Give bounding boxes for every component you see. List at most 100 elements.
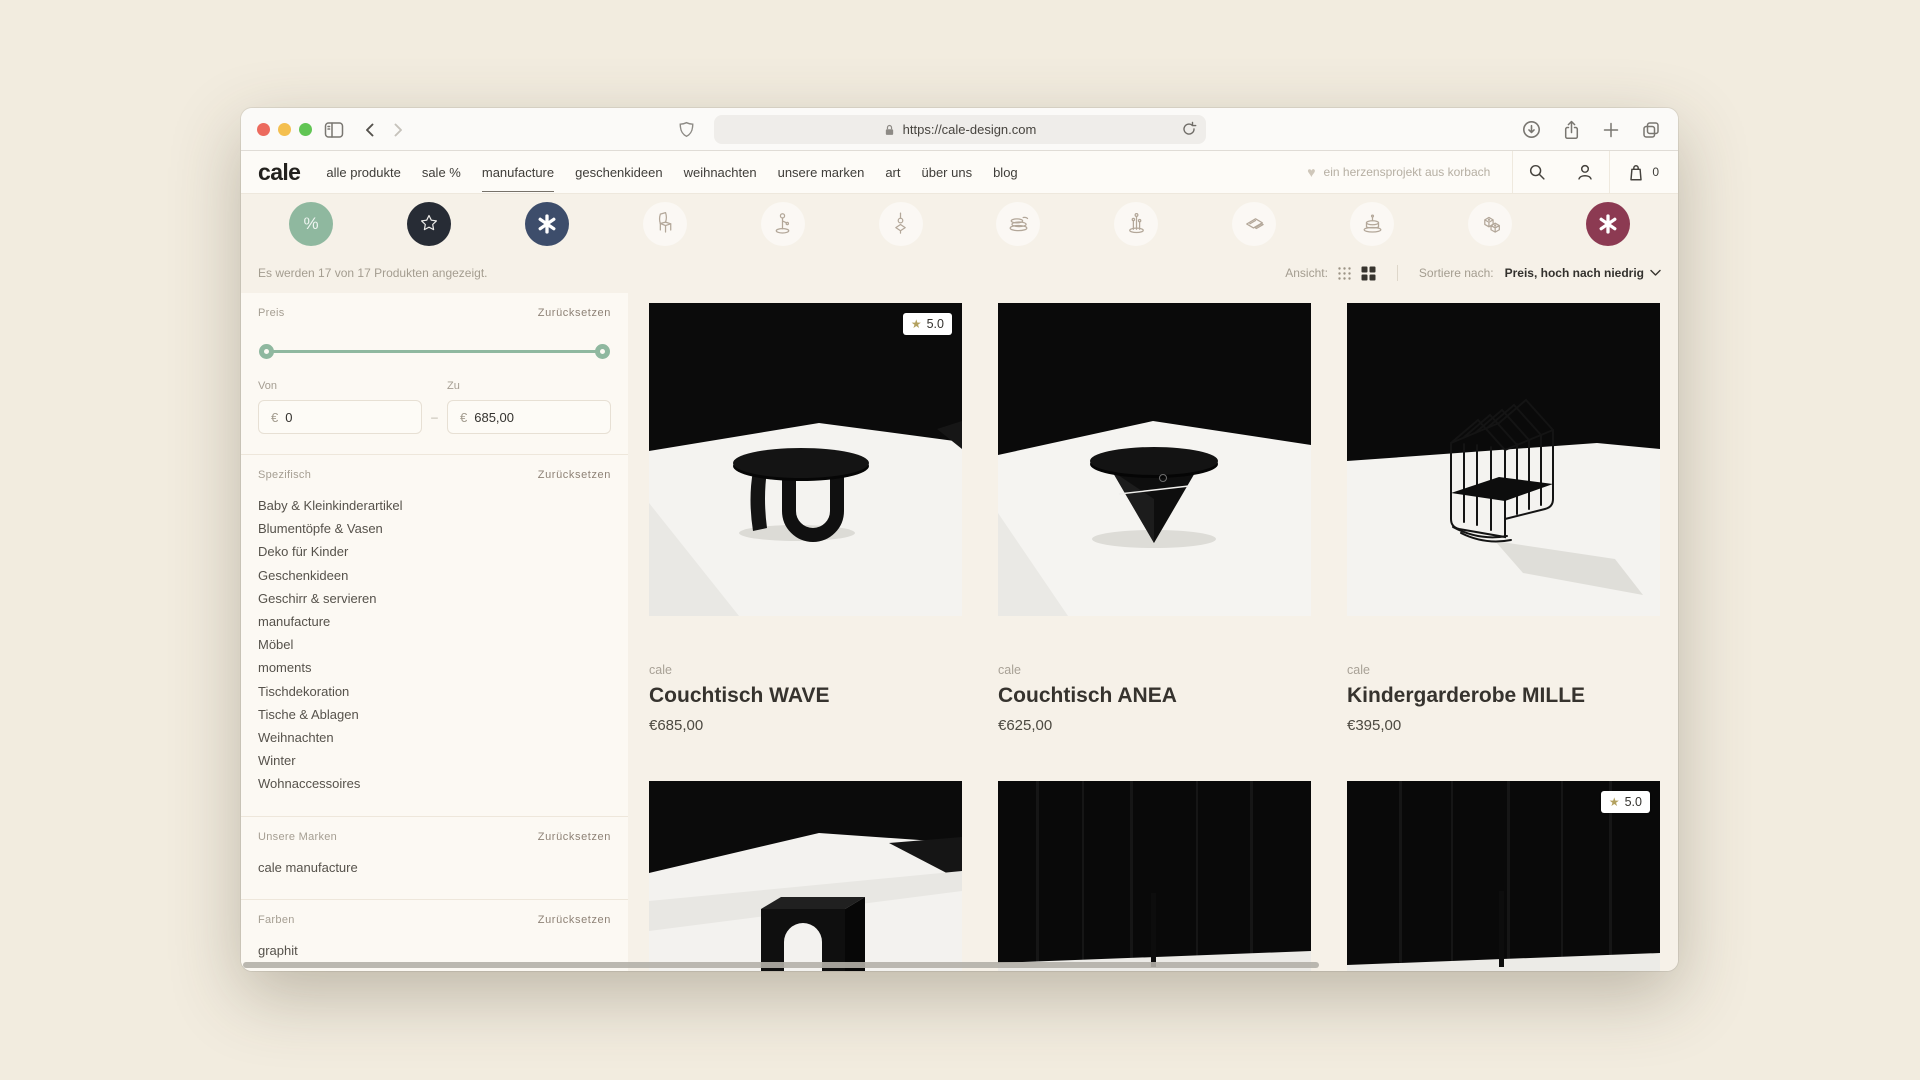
account-button[interactable] [1561,151,1609,193]
product-card[interactable]: ★ 5.0 [1347,781,1660,971]
close-button[interactable] [257,123,270,136]
category-featured-star[interactable] [407,202,451,246]
chevron-down-icon [1650,269,1661,277]
sidebar-toggle-button[interactable] [323,108,345,151]
category-manufacture-asterisk[interactable] [525,202,569,246]
filter-option[interactable]: manufacture [258,610,611,633]
price-from-input[interactable]: € 0 [258,400,422,434]
product-price: €685,00 [649,717,962,734]
filter-option[interactable]: cale manufacture [258,856,611,879]
product-card[interactable] [998,781,1311,971]
minimize-button[interactable] [278,123,291,136]
product-card[interactable] [649,781,962,971]
price-slider-handle-min[interactable] [259,344,274,359]
category-spiele[interactable] [1468,202,1512,246]
forward-icon [389,121,407,139]
filter-option[interactable]: Baby & Kleinkinderartikel [258,494,611,517]
nav-item-weihnachten[interactable]: weihnachten [684,165,757,180]
specific-filter-list: Baby & Kleinkinderartikel Blumentöpfe & … [258,494,611,796]
category-geschirr[interactable] [996,202,1040,246]
price-range-slider[interactable] [261,344,608,359]
filter-option[interactable]: Deko für Kinder [258,540,611,563]
price-filter-title: Preis [258,307,285,319]
dice-icon [1477,210,1504,237]
sort-dropdown[interactable]: Preis, hoch nach niedrig [1505,266,1661,280]
lock-icon [883,123,896,137]
downloads-button[interactable] [1522,120,1541,139]
star-icon: ★ [1609,795,1620,809]
filter-option[interactable]: Winter [258,749,611,772]
tab-overview-button[interactable] [1641,120,1661,140]
product-card[interactable]: cale Couchtisch ANEA €625,00 [998,303,1311,781]
browser-toolbar: https://cale-design.com [241,108,1678,151]
address-bar[interactable]: https://cale-design.com [714,115,1206,144]
product-price: €625,00 [998,717,1311,734]
nav-item-art[interactable]: art [885,165,900,180]
filter-option[interactable]: Wohnaccessoires [258,772,611,795]
category-kerzen[interactable] [1350,202,1394,246]
colors-reset-button[interactable]: Zurücksetzen [538,914,611,926]
category-leuchten[interactable] [879,202,923,246]
product-image [649,303,962,616]
tagline-text: ein herzensprojekt aus korbach [1324,165,1491,179]
brands-reset-button[interactable]: Zurücksetzen [538,831,611,843]
category-werkzeug[interactable] [1114,202,1158,246]
rating-value: 5.0 [927,317,944,331]
view-grid-large-button[interactable] [1361,266,1376,281]
nav-item-sale[interactable]: sale % [422,165,461,180]
zoom-button[interactable] [299,123,312,136]
back-button[interactable] [361,108,379,151]
nav-item-ueber-uns[interactable]: über uns [921,165,972,180]
back-icon [361,121,379,139]
view-grid-small-button[interactable] [1337,266,1352,281]
product-grid: ★ 5.0 cale Couchtisch WAVE €685,00 [649,303,1660,971]
horizontal-scrollbar-thumb[interactable] [243,962,1319,968]
category-brand-asterisk[interactable] [1586,202,1630,246]
product-card[interactable]: cale Kindergarderobe MILLE €395,00 [1347,303,1660,781]
specific-reset-button[interactable]: Zurücksetzen [538,469,611,481]
filter-option[interactable]: graphit [258,939,611,962]
price-from-value: 0 [285,410,292,425]
filter-option[interactable]: Tischdekoration [258,680,611,703]
nav-item-manufacture[interactable]: manufacture [482,165,554,180]
category-sale-percent[interactable]: % [289,202,333,246]
product-title[interactable]: Kindergarderobe MILLE [1347,684,1660,708]
percent-icon: % [303,214,318,234]
nav-item-geschenkideen[interactable]: geschenkideen [575,165,662,180]
product-image [649,781,962,971]
product-title[interactable]: Couchtisch ANEA [998,684,1311,708]
slider-track [261,350,608,353]
nav-item-blog[interactable]: blog [993,165,1018,180]
nav-item-alle-produkte[interactable]: alle produkte [326,165,400,180]
filter-option[interactable]: Geschenkideen [258,564,611,587]
price-slider-handle-max[interactable] [595,344,610,359]
category-papeterie[interactable] [1232,202,1276,246]
nav-item-unsere-marken[interactable]: unsere marken [778,165,865,180]
product-brand: cale [649,663,962,677]
shield-icon [678,120,695,139]
site-logo[interactable]: cale [258,159,300,186]
category-lampen[interactable] [761,202,805,246]
reload-button[interactable] [1181,121,1197,137]
price-reset-button[interactable]: Zurücksetzen [538,307,611,319]
product-image [998,303,1311,616]
product-price: €395,00 [1347,717,1660,734]
filter-option[interactable]: Tische & Ablagen [258,703,611,726]
star-icon: ★ [911,317,922,331]
filter-option[interactable]: moments [258,656,611,679]
product-card[interactable]: ★ 5.0 cale Couchtisch WAVE €685,00 [649,303,962,781]
cart-button[interactable]: 0 [1610,151,1678,193]
category-moebel[interactable] [643,202,687,246]
filter-option[interactable]: Blumentöpfe & Vasen [258,517,611,540]
colors-filter-section: Farben Zurücksetzen graphit grey Light K… [241,900,628,971]
share-icon[interactable] [1562,120,1581,140]
filter-option[interactable]: Weihnachten [258,726,611,749]
privacy-report-button[interactable] [678,108,695,151]
product-title[interactable]: Couchtisch WAVE [649,684,962,708]
search-button[interactable] [1513,151,1561,193]
new-tab-button[interactable] [1602,121,1620,139]
forward-button[interactable] [389,108,407,151]
price-to-input[interactable]: € 685,00 [447,400,611,434]
filter-option[interactable]: Geschirr & servieren [258,587,611,610]
filter-option[interactable]: Möbel [258,633,611,656]
